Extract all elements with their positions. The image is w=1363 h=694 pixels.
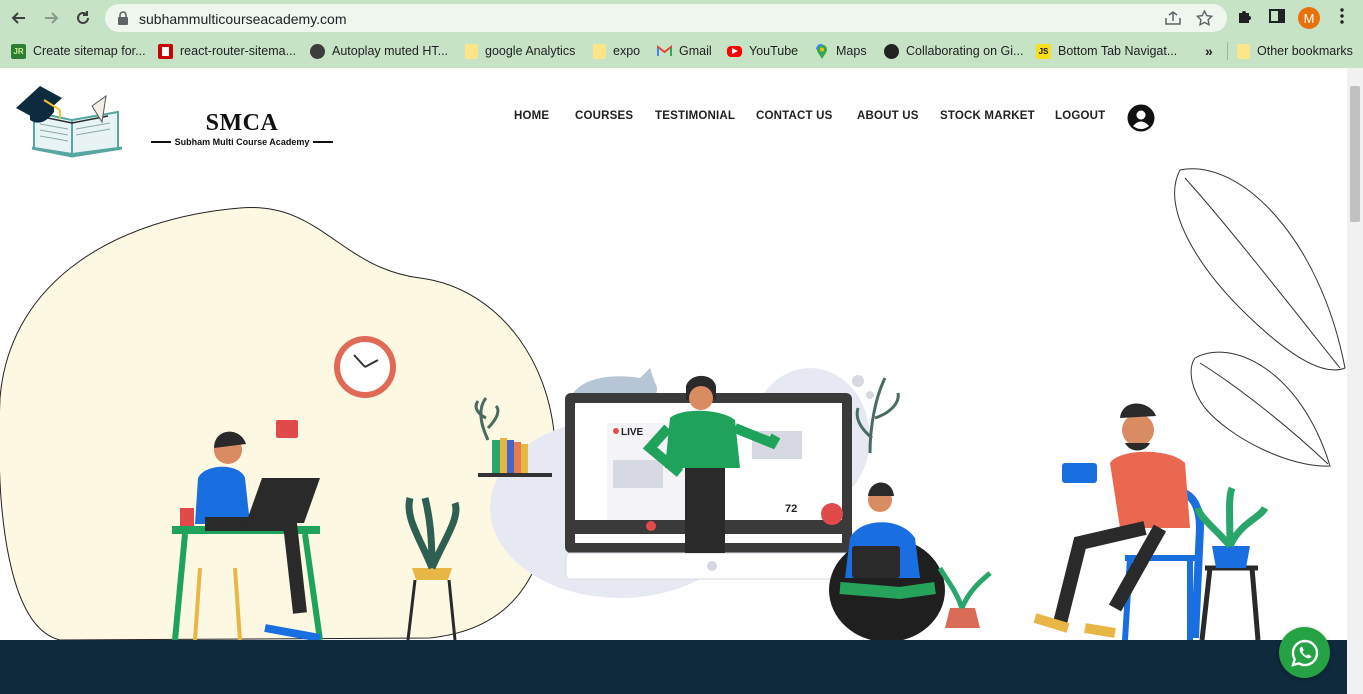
maps-favicon bbox=[814, 43, 829, 59]
other-bookmarks-folder[interactable]: Other bookmarks bbox=[1237, 42, 1353, 60]
bookmark-label: react-router-sitema... bbox=[180, 44, 297, 58]
nav-testimonial[interactable]: TESTIMONIAL bbox=[655, 110, 735, 122]
user-account-icon[interactable] bbox=[1127, 104, 1155, 132]
nav-stock-market[interactable]: STOCK MARKET bbox=[940, 110, 1035, 122]
nav-about-us[interactable]: ABOUT US bbox=[857, 110, 919, 122]
leaf-outline-decoration bbox=[1174, 168, 1346, 467]
bookmark-label: expo bbox=[613, 44, 641, 58]
webpage: SMCA Subham Multi Course Academy HOME CO… bbox=[0, 68, 1347, 694]
bookmark-folder[interactable]: expo bbox=[593, 42, 640, 60]
folder-icon bbox=[465, 43, 478, 59]
bookmark-item[interactable]: JR Create sitemap for... bbox=[11, 42, 146, 60]
folder-icon bbox=[1237, 43, 1250, 59]
back-arrow-icon bbox=[11, 12, 25, 24]
reload-button[interactable] bbox=[71, 7, 95, 29]
bookmark-item[interactable]: Maps bbox=[814, 42, 867, 60]
bookmark-item[interactable]: Collaborating on Gi... bbox=[884, 42, 1023, 60]
wall-clock bbox=[334, 336, 396, 398]
gmail-favicon bbox=[657, 44, 672, 59]
divider-line bbox=[313, 141, 334, 143]
bookmark-label: Maps bbox=[836, 44, 867, 58]
profile-avatar[interactable]: M bbox=[1298, 7, 1320, 29]
bookmark-label: Other bookmarks bbox=[1257, 44, 1353, 58]
page-scrollbar[interactable] bbox=[1347, 68, 1363, 694]
scrollbar-thumb[interactable] bbox=[1350, 86, 1360, 222]
bookmark-item[interactable]: JS Bottom Tab Navigat... bbox=[1036, 42, 1177, 60]
kebab-menu-icon[interactable] bbox=[1333, 7, 1351, 25]
bookmark-folder[interactable]: google Analytics bbox=[465, 42, 575, 60]
hero-illustration: LIVE 72 bbox=[0, 168, 1346, 640]
side-panel-icon[interactable] bbox=[1268, 7, 1286, 25]
js-favicon: JS bbox=[1036, 43, 1051, 59]
nav-courses[interactable]: COURSES bbox=[575, 110, 633, 122]
nav-contact-us[interactable]: CONTACT US bbox=[756, 110, 833, 122]
brand-title: SMCA bbox=[205, 110, 279, 136]
bookmark-item[interactable]: react-router-sitema... bbox=[158, 42, 296, 60]
bookmark-item[interactable]: Autoplay muted HT... bbox=[310, 42, 448, 60]
bookmark-label: Autoplay muted HT... bbox=[332, 44, 449, 58]
brand-subtitle: Subham Multi Course Academy bbox=[174, 137, 310, 147]
npm-favicon bbox=[158, 43, 173, 59]
bookmarks-overflow-button[interactable]: » bbox=[1205, 42, 1213, 60]
bookmark-label: YouTube bbox=[749, 44, 799, 58]
nav-home[interactable]: HOME bbox=[514, 110, 549, 122]
forward-arrow-icon bbox=[45, 12, 59, 24]
bookmark-label: Create sitemap for... bbox=[33, 44, 146, 58]
browser-toolbar: subhammulticourseacademy.com M bbox=[0, 0, 1363, 36]
reload-icon bbox=[77, 11, 89, 24]
extensions-puzzle-icon[interactable] bbox=[1236, 7, 1254, 25]
bookmark-label: Bottom Tab Navigat... bbox=[1058, 44, 1178, 58]
whatsapp-chat-button[interactable] bbox=[1279, 627, 1330, 678]
bookmark-label: Gmail bbox=[679, 44, 712, 58]
bookmark-item[interactable]: Gmail bbox=[657, 42, 712, 60]
student-on-chair bbox=[1033, 403, 1269, 640]
bookmark-item[interactable]: YouTube bbox=[727, 42, 798, 60]
youtube-favicon bbox=[727, 45, 742, 57]
brand[interactable]: SMCA Subham Multi Course Academy bbox=[142, 110, 342, 147]
browser-chrome: subhammulticourseacademy.com M JR Create… bbox=[0, 0, 1363, 68]
forward-button[interactable] bbox=[39, 7, 63, 29]
globe-favicon bbox=[310, 43, 325, 59]
brand-subtitle-row: Subham Multi Course Academy bbox=[142, 137, 342, 147]
bookmark-star-icon[interactable] bbox=[1196, 10, 1213, 26]
bookmark-label: google Analytics bbox=[485, 44, 576, 58]
lock-icon bbox=[118, 11, 128, 25]
address-bar[interactable]: subhammulticourseacademy.com bbox=[105, 4, 1227, 32]
bookmark-label: Collaborating on Gi... bbox=[906, 44, 1024, 58]
xml-sitemaps-favicon: JR bbox=[11, 43, 26, 59]
github-favicon bbox=[884, 43, 899, 59]
bookmarks-divider bbox=[1227, 42, 1228, 60]
nav-logout[interactable]: LOGOUT bbox=[1055, 110, 1105, 122]
share-icon[interactable] bbox=[1164, 10, 1182, 26]
back-button[interactable] bbox=[7, 7, 31, 29]
viewer-count: 72 bbox=[785, 503, 797, 515]
live-label: LIVE bbox=[621, 427, 644, 438]
student-beanbag bbox=[821, 482, 945, 640]
whatsapp-icon bbox=[1290, 639, 1318, 667]
folder-icon bbox=[593, 43, 606, 59]
divider-line bbox=[150, 141, 171, 143]
footer-band bbox=[0, 640, 1347, 694]
bookmarks-bar: JR Create sitemap for... react-router-si… bbox=[0, 36, 1363, 66]
url-text: subhammulticourseacademy.com bbox=[139, 11, 347, 27]
academy-logo-icon[interactable] bbox=[14, 82, 136, 158]
